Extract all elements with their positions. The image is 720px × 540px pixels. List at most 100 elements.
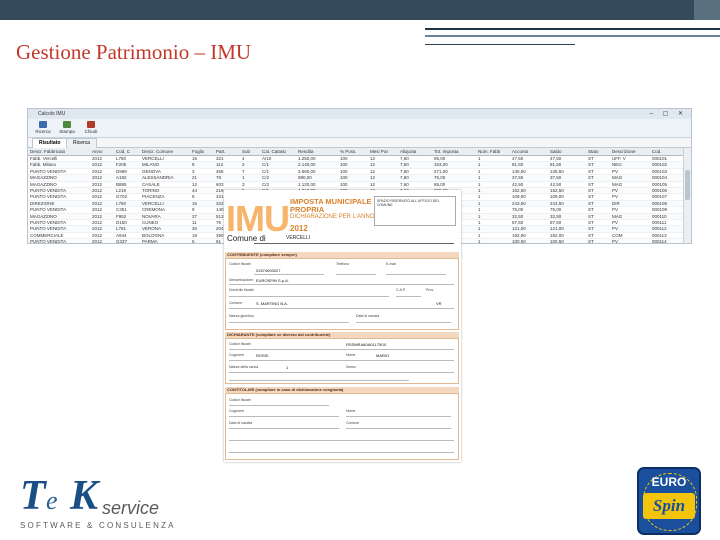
table-cell: 12: [370, 168, 376, 174]
column-header[interactable]: Mesi Poss.: [370, 148, 388, 155]
table-cell: 6: [192, 194, 195, 200]
column-header[interactable]: Descr. Comune: [142, 148, 180, 155]
close-icon: [87, 121, 95, 128]
grid-scrollbar[interactable]: [683, 148, 691, 243]
table-cell: UFF. V: [612, 156, 626, 161]
table-cell: 1: [242, 175, 245, 181]
label-prov: Prov.: [426, 288, 434, 292]
table-cell: 1: [478, 213, 481, 219]
table-cell: 7,60: [400, 175, 409, 181]
column-header[interactable]: Descr. Fabbricato: [30, 148, 80, 155]
window-title: Calcolo IMU: [38, 111, 66, 117]
table-cell: 85,00: [434, 181, 446, 187]
column-header[interactable]: Descrizione: [612, 148, 640, 155]
field-line: [229, 360, 454, 361]
table-cell: MAG: [612, 213, 623, 219]
field-line: [356, 322, 451, 323]
table-cell: ST: [588, 156, 594, 161]
table-cell: 1.250,00: [298, 156, 316, 161]
column-header[interactable]: Num. Fabbr.: [478, 148, 500, 155]
table-cell: 87,50: [512, 219, 524, 225]
table-cell: ST: [588, 232, 594, 238]
comune-value: VERCELLI: [286, 235, 311, 241]
table-cell: 000112: [652, 226, 667, 232]
table-cell: PUNTO VENDITA: [30, 168, 67, 174]
imu-declaration-form: IMU IMPOSTA MUNICIPALE PROPRIA DICHIARAZI…: [224, 190, 461, 462]
window-controls[interactable]: – ▢ ✕: [650, 109, 687, 119]
column-header[interactable]: Cod. Comune: [116, 148, 130, 155]
table-cell: 100,50: [512, 239, 526, 244]
table-cell: 3.560,00: [298, 168, 316, 174]
table-cell: ST: [588, 187, 594, 193]
table-cell: 2012: [92, 239, 103, 244]
tab-risultato[interactable]: Risultato: [32, 138, 68, 148]
table-cell: MAG: [612, 181, 623, 187]
table-cell: 9: [192, 207, 195, 213]
table-cell: ST: [588, 207, 594, 213]
table-cell: 1: [478, 219, 481, 225]
table-cell: MAG: [612, 175, 623, 181]
table-cell: 2012: [92, 232, 103, 238]
table-cell: 000113: [652, 232, 667, 238]
column-header[interactable]: % Poss.: [340, 148, 358, 155]
table-cell: 2012: [92, 226, 103, 232]
table-cell: 2012: [92, 194, 103, 200]
table-cell: GENOVA: [142, 168, 161, 174]
table-cell: 192,00: [550, 232, 564, 238]
chiudi-button[interactable]: Chiudi: [80, 120, 102, 134]
table-cell: 163,00: [434, 162, 448, 168]
column-header[interactable]: Acconto: [512, 148, 538, 155]
label-email: E-mail: [386, 262, 396, 266]
scrollbar-thumb[interactable]: [685, 170, 690, 200]
tab-strip: Risultato Ricerca: [28, 138, 691, 148]
ribbon-button-label: Chiudi: [84, 129, 98, 134]
table-cell: VERCELLI: [142, 200, 164, 206]
label-codice-fiscale: Codice fiscale: [229, 398, 251, 402]
table-cell: 2012: [92, 168, 103, 174]
label-comune: Comune: [229, 301, 243, 305]
table-cell: 100,50: [550, 239, 564, 244]
table-cell: 100: [340, 168, 348, 174]
table-cell: C/1: [262, 168, 270, 174]
column-header[interactable]: Anno: [92, 148, 104, 155]
label-data-nascita: Data di nascita: [229, 421, 253, 425]
column-header[interactable]: Tot. Imposta: [434, 148, 466, 155]
table-cell: 2012: [92, 200, 103, 206]
tab-ricerca[interactable]: Ricerca: [66, 138, 97, 148]
table-cell: ALESSANDRIA: [142, 175, 174, 181]
stampa-button[interactable]: Stampa: [56, 120, 78, 134]
table-cell: 3: [192, 168, 195, 174]
table-cell: 11: [192, 219, 197, 225]
column-header[interactable]: Cat. Catastale: [262, 148, 286, 155]
table-cell: 152,50: [512, 187, 526, 193]
table-cell: PV: [612, 194, 619, 200]
column-header[interactable]: Part.: [216, 148, 230, 155]
field-line: [229, 284, 454, 285]
table-cell: 000101: [652, 156, 668, 161]
table-cell: 000109: [652, 207, 668, 213]
table-cell: 135,50: [512, 168, 526, 174]
table-cell: 1.120,00: [298, 181, 316, 187]
value-dich-codice-fiscale: RSSMRA60A01L750X: [346, 342, 387, 347]
table-cell: 152,50: [550, 187, 564, 193]
column-header[interactable]: Saldo: [550, 148, 576, 155]
column-header[interactable]: Stato: [588, 148, 600, 155]
table-cell: 2012: [92, 156, 103, 161]
table-cell: 7,60: [400, 162, 409, 168]
label-natura-giuridica: Natura giuridica: [229, 314, 254, 318]
value-comune: S. MARTINO B.A.: [256, 301, 288, 306]
table-cell: PUNTO VENDITA: [30, 194, 67, 200]
table-cell: PV: [612, 219, 619, 225]
column-header[interactable]: Rendita: [298, 148, 328, 155]
column-header[interactable]: Aliquota: [400, 148, 422, 155]
field-line: [229, 349, 454, 350]
table-cell: A944: [116, 232, 127, 238]
column-header[interactable]: Cod.: [652, 148, 674, 155]
column-header[interactable]: Sub: [242, 148, 250, 155]
table-cell: A/10: [262, 156, 272, 161]
table-cell: PV: [612, 168, 619, 174]
ricerca-button[interactable]: Ricerca: [32, 120, 54, 134]
column-header[interactable]: Foglio: [192, 148, 204, 155]
table-cell: ST: [588, 162, 594, 168]
table-cell: 7,60: [400, 156, 409, 161]
